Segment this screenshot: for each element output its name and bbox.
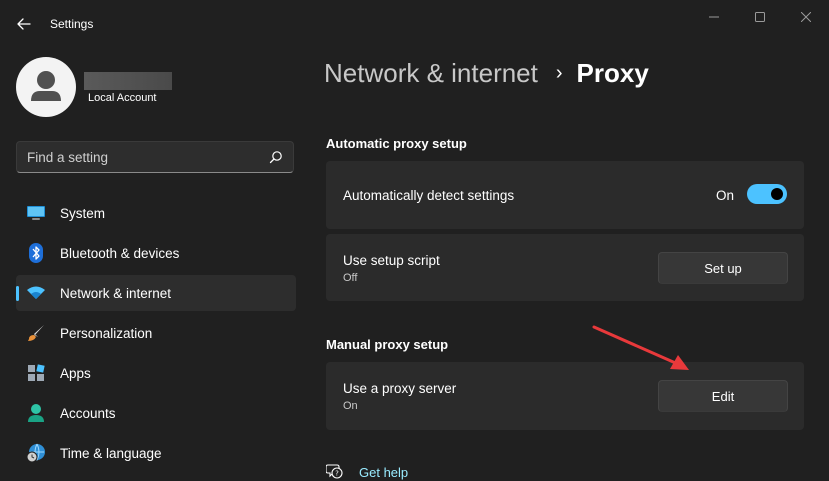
close-icon bbox=[801, 12, 811, 22]
detect-settings-label: Automatically detect settings bbox=[343, 188, 515, 203]
sidebar-item-system[interactable]: System bbox=[16, 195, 296, 231]
maximize-button[interactable] bbox=[748, 6, 772, 28]
active-indicator bbox=[16, 286, 19, 301]
title-bar: Settings bbox=[0, 0, 829, 48]
search-input[interactable] bbox=[27, 142, 257, 172]
sidebar-nav: System Bluetooth & devices Network & int… bbox=[16, 195, 296, 475]
set-up-button[interactable]: Set up bbox=[658, 252, 788, 284]
search-box[interactable] bbox=[16, 141, 294, 173]
page-title: Proxy bbox=[576, 58, 649, 88]
sidebar-item-network[interactable]: Network & internet bbox=[16, 275, 296, 311]
sidebar-item-bluetooth[interactable]: Bluetooth & devices bbox=[16, 235, 296, 271]
proxy-server-label: Use a proxy server bbox=[343, 381, 457, 396]
edit-button[interactable]: Edit bbox=[658, 380, 788, 412]
sidebar-item-personalization[interactable]: Personalization bbox=[16, 315, 296, 351]
sidebar-item-time-language[interactable]: Time & language bbox=[16, 435, 296, 471]
proxy-server-status: On bbox=[343, 400, 358, 412]
app-title: Settings bbox=[50, 17, 94, 31]
setup-script-status: Off bbox=[343, 272, 358, 284]
bluetooth-icon bbox=[26, 243, 46, 263]
time-language-icon bbox=[26, 443, 46, 463]
avatar[interactable] bbox=[16, 57, 76, 117]
section-title-manual: Manual proxy setup bbox=[326, 337, 449, 352]
minimize-button[interactable] bbox=[702, 6, 726, 28]
minimize-icon bbox=[709, 16, 719, 18]
detect-settings-card: Automatically detect settings On bbox=[326, 161, 804, 229]
breadcrumb-parent[interactable]: Network & internet bbox=[324, 58, 538, 89]
back-arrow-icon bbox=[17, 18, 31, 30]
search-icon[interactable] bbox=[269, 150, 283, 164]
account-type-label: Local Account bbox=[88, 92, 157, 104]
get-help-label: Get help bbox=[359, 465, 409, 480]
apps-icon bbox=[26, 364, 46, 382]
sidebar-item-label: Personalization bbox=[60, 326, 153, 341]
section-title-automatic: Automatic proxy setup bbox=[326, 136, 467, 151]
breadcrumb-separator: › bbox=[555, 62, 563, 84]
sidebar-item-label: System bbox=[60, 206, 106, 221]
redacted-username bbox=[84, 72, 172, 90]
setup-script-label: Use setup script bbox=[343, 253, 440, 268]
help-icon: ? bbox=[326, 464, 343, 479]
breadcrumb: Network & internet › Proxy bbox=[324, 58, 649, 89]
setup-script-card: Use setup script Off Set up bbox=[326, 234, 804, 301]
toggle-state-label: On bbox=[716, 188, 735, 203]
svg-text:?: ? bbox=[335, 470, 339, 478]
accounts-icon bbox=[26, 404, 46, 422]
sidebar-item-label: Accounts bbox=[60, 406, 116, 421]
sidebar-item-label: Time & language bbox=[60, 446, 162, 461]
user-avatar-icon bbox=[31, 71, 61, 101]
maximize-icon bbox=[755, 12, 765, 22]
detect-settings-toggle[interactable] bbox=[747, 184, 787, 204]
proxy-server-card: Use a proxy server On Edit bbox=[326, 362, 804, 430]
back-button[interactable] bbox=[12, 12, 36, 36]
toggle-knob bbox=[771, 188, 783, 200]
system-icon bbox=[26, 204, 46, 222]
brush-icon bbox=[26, 324, 46, 342]
sidebar-item-label: Network & internet bbox=[60, 286, 172, 301]
sidebar-item-label: Bluetooth & devices bbox=[60, 246, 180, 261]
close-button[interactable] bbox=[794, 6, 818, 28]
wifi-icon bbox=[26, 284, 46, 302]
sidebar-item-apps[interactable]: Apps bbox=[16, 355, 296, 391]
sidebar-item-label: Apps bbox=[60, 366, 91, 381]
sidebar-item-accounts[interactable]: Accounts bbox=[16, 395, 296, 431]
